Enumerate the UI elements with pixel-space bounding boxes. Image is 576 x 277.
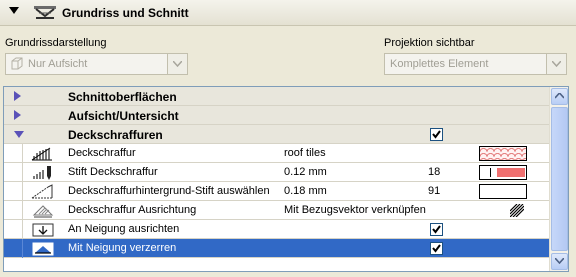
distort-with-slope-checkbox[interactable] [430, 242, 443, 255]
scroll-up-button[interactable] [551, 88, 568, 105]
property-label: Stift Deckschraffur [68, 166, 158, 178]
projection-label: Projektion sichtbar [384, 37, 475, 49]
panel-title: Grundriss und Schnitt [62, 6, 189, 20]
scroll-down-button[interactable] [551, 253, 568, 270]
property-row-fill-pen[interactable]: Stift Deckschraffur 0.12 mm 18 [4, 163, 549, 182]
fill-icon [31, 147, 52, 161]
dropdown-arrow-icon[interactable] [546, 54, 566, 74]
property-label: Deckschraffurhintergrund-Stift auswählen [68, 185, 270, 197]
distort-slope-icon [32, 242, 54, 256]
property-value: 0.18 mm [284, 185, 327, 197]
group-row-view-underside[interactable]: Aufsicht/Untersicht [4, 106, 549, 125]
floor-plan-display-label: Grundrissdarstellung [5, 37, 107, 49]
group-label: Schnittoberflächen [68, 90, 177, 104]
group-row-cut-surfaces[interactable]: Schnittoberflächen [4, 87, 549, 106]
group-label: Deckschraffuren [68, 128, 163, 142]
scrollbar-thumb[interactable] [551, 107, 568, 251]
divider [22, 182, 23, 201]
divider [22, 220, 23, 239]
background-pen-icon [31, 184, 53, 199]
property-row-cover-fill[interactable]: Deckschraffur roof tiles [4, 144, 549, 163]
vertical-scrollbar[interactable] [549, 87, 568, 271]
property-row-align-to-slope[interactable]: An Neigung ausrichten [4, 220, 549, 239]
floor-plan-display-value: Nur Aufsicht [28, 58, 88, 70]
property-value: Mit Bezugsvektor verknüpfen [284, 204, 426, 216]
pen-number: 91 [428, 185, 441, 197]
group-row-cover-fills[interactable]: Deckschraffuren [4, 125, 549, 144]
cover-fills-checkbox[interactable] [430, 128, 443, 141]
divider [22, 163, 23, 182]
box-outline-icon [11, 57, 23, 70]
settings-table: Schnittoberflächen Aufsicht/Untersicht D… [3, 86, 569, 272]
expand-arrow-icon[interactable] [14, 110, 22, 120]
group-label: Aufsicht/Untersicht [68, 109, 179, 123]
property-label: An Neigung ausrichten [68, 223, 180, 235]
collapse-arrow-icon[interactable] [9, 7, 19, 14]
align-to-slope-checkbox[interactable] [430, 223, 443, 236]
fill-swatch[interactable] [479, 146, 527, 161]
floor-plan-display-select[interactable]: Nur Aufsicht [5, 53, 188, 75]
panel-header[interactable]: Grundriss und Schnitt [0, 0, 576, 26]
property-label: Mit Neigung verzerren [68, 242, 177, 254]
projection-select[interactable]: Komplettes Element [384, 53, 567, 75]
property-row-background-pen[interactable]: Deckschraffurhintergrund-Stift auswählen… [4, 182, 549, 201]
property-row-distort-with-slope[interactable]: Mit Neigung verzerren [4, 239, 549, 258]
pen-color-swatch[interactable] [479, 165, 527, 180]
pen-number: 18 [428, 166, 441, 178]
dropdown-arrow-icon[interactable] [167, 54, 187, 74]
property-row-fill-orientation[interactable]: Deckschraffur Ausrichtung Mit Bezugsvekt… [4, 201, 549, 220]
property-label: Deckschraffur Ausrichtung [68, 204, 197, 216]
pen-icon [33, 166, 51, 180]
expand-arrow-icon[interactable] [14, 91, 22, 101]
hatch-orientation-icon[interactable] [510, 204, 524, 217]
divider [22, 239, 23, 258]
background-color-swatch[interactable] [479, 184, 527, 199]
projection-value: Komplettes Element [390, 58, 489, 70]
orientation-icon [32, 205, 54, 218]
divider [22, 144, 23, 163]
divider [22, 201, 23, 220]
property-label: Deckschraffur [68, 147, 136, 159]
floor-plan-section-icon [34, 6, 56, 19]
property-value: 0.12 mm [284, 166, 327, 178]
collapse-arrow-icon[interactable] [14, 131, 24, 138]
property-value: roof tiles [284, 147, 326, 159]
align-slope-icon [32, 223, 54, 237]
